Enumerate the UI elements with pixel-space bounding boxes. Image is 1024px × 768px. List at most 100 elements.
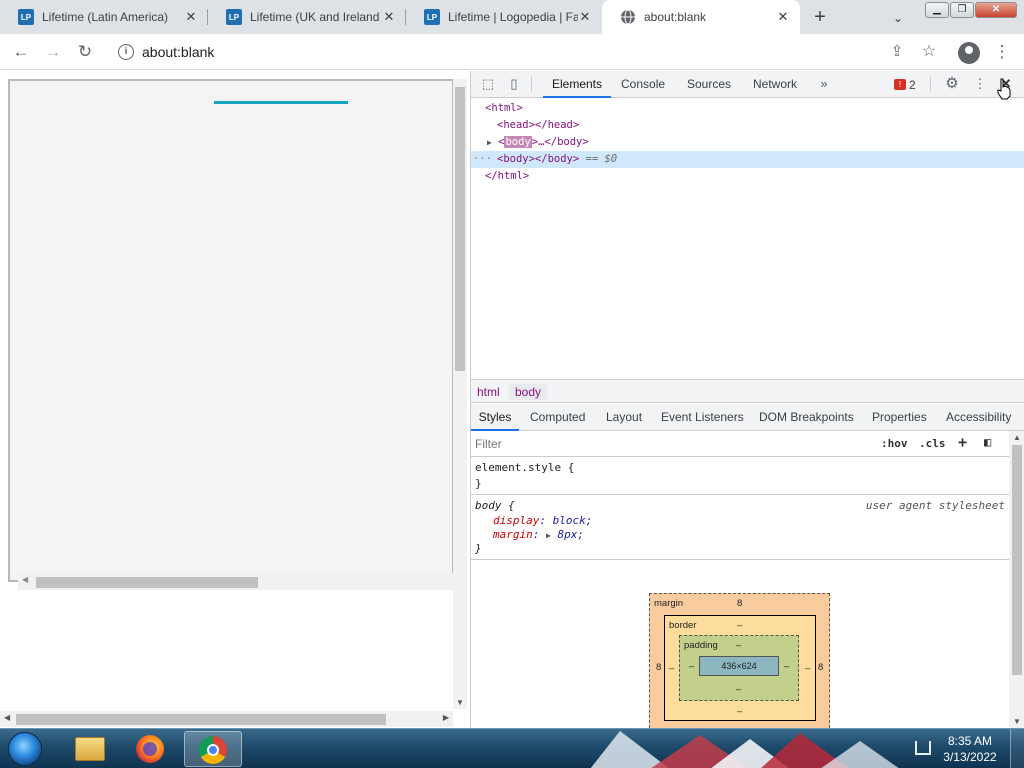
class-toggle-button[interactable]: .cls (919, 437, 946, 450)
border-left-value[interactable]: – (669, 663, 674, 674)
tab-layout[interactable]: Layout (606, 404, 642, 431)
close-tab-icon[interactable]: ✕ (184, 10, 198, 24)
show-desktop-button[interactable] (1010, 729, 1024, 768)
padding-right-value[interactable]: – (784, 661, 789, 672)
tab-title: about:blank (644, 10, 707, 24)
dom-node-body-selected[interactable]: ··· <body></body> == $0 (471, 151, 1024, 168)
property-value: 8px; (557, 528, 584, 541)
new-tab-button[interactable]: + (808, 6, 832, 30)
browser-tab-2[interactable]: LP Lifetime (UK and Ireland) | ✕ (208, 0, 406, 34)
border-bottom-value[interactable]: – (737, 706, 742, 717)
hover-state-button[interactable]: :hov (881, 437, 908, 450)
forward-arrow-icon[interactable]: → (41, 40, 65, 64)
box-model-border[interactable]: border – – – – padding – – – – 436×624 (664, 615, 816, 721)
box-model-padding[interactable]: padding – – – – 436×624 (679, 635, 799, 701)
scroll-down-arrow-icon[interactable]: ▼ (1013, 717, 1021, 726)
box-model-margin[interactable]: margin 8 8 8 – border – – – – padding – … (649, 593, 830, 735)
tab-accessibility[interactable]: Accessibility (946, 404, 1011, 431)
tab-network[interactable]: Network (753, 71, 797, 98)
inspect-element-icon[interactable]: ⬚ (479, 75, 497, 93)
styles-filter-input[interactable] (475, 435, 871, 453)
dom-node-html-close[interactable]: </html> (471, 168, 1024, 185)
style-declaration-margin[interactable]: margin: ▶ 8px; (493, 527, 584, 542)
breadcrumb-body[interactable]: body (509, 384, 548, 400)
bookmark-star-icon[interactable]: ☆ (917, 40, 941, 64)
viewport-horizontal-scrollbar[interactable]: ◀ ▶ (0, 711, 453, 727)
viewport-vertical-scrollbar[interactable]: ▼ (453, 79, 467, 709)
expand-triangle-icon[interactable]: ▶ (487, 138, 492, 147)
border-right-value[interactable]: – (805, 663, 810, 674)
tab-console[interactable]: Console (621, 71, 665, 98)
taskbar-explorer[interactable] (60, 731, 118, 767)
maximize-button[interactable]: ❐ (950, 2, 974, 18)
box-model-content[interactable]: 436×624 (699, 656, 779, 676)
tab-properties[interactable]: Properties (872, 404, 927, 431)
info-icon[interactable]: i (118, 44, 134, 60)
browser-tab-3[interactable]: LP Lifetime | Logopedia | Fa ✕ (406, 0, 602, 34)
scroll-up-arrow-icon[interactable]: ▲ (1013, 433, 1021, 442)
dom-node-body-collapsed[interactable]: ▶ <body>…</body> (471, 134, 1024, 151)
breadcrumb-html[interactable]: html (471, 384, 506, 400)
scroll-right-arrow-icon[interactable]: ▶ (443, 713, 449, 722)
window-close-button[interactable]: ✕ (975, 2, 1017, 18)
more-menu-icon[interactable]: ⋮ (990, 40, 1014, 64)
address-input[interactable] (142, 44, 742, 60)
browser-tab-1[interactable]: LP Lifetime (Latin America) | ✕ (0, 0, 208, 34)
margin-top-value[interactable]: 8 (737, 598, 742, 609)
margin-left-value[interactable]: 8 (656, 662, 661, 673)
settings-gear-icon[interactable]: ⚙ (943, 75, 961, 93)
viewport-hscroll-thumb[interactable] (16, 714, 386, 725)
browser-tab-4-active[interactable]: about:blank ✕ (602, 0, 800, 34)
tab-search-chevron-icon[interactable]: ⌄ (888, 8, 908, 28)
minimize-button[interactable]: ▁ (925, 2, 949, 18)
scroll-down-arrow-icon[interactable]: ▼ (456, 698, 464, 707)
scroll-left-arrow-icon[interactable]: ◀ (22, 575, 28, 584)
element-style-selector[interactable]: element.style { (475, 460, 574, 475)
new-style-rule-icon[interactable]: + (958, 433, 967, 451)
scroll-left-arrow-icon[interactable]: ◀ (4, 713, 10, 722)
divider (531, 76, 532, 92)
back-arrow-icon[interactable]: ← (9, 40, 33, 64)
dom-node-head[interactable]: <head></head> (471, 117, 1024, 134)
property-value: block; (552, 514, 593, 527)
reload-icon[interactable]: ↻ (73, 40, 97, 64)
devtools-more-menu-icon[interactable]: ⋮ (971, 75, 989, 93)
padding-bottom-value[interactable]: – (736, 684, 741, 695)
frame-scroll-thumb[interactable] (36, 577, 258, 588)
close-tab-icon[interactable]: ✕ (776, 10, 790, 24)
close-tab-icon[interactable]: ✕ (382, 10, 396, 24)
padding-top-value[interactable]: – (736, 640, 741, 651)
page-viewport: ◀ ▼ ◀ ▶ (0, 71, 470, 728)
padding-left-value[interactable]: – (689, 661, 694, 672)
close-tab-icon[interactable]: ✕ (578, 10, 592, 24)
more-tabs-chevron-icon[interactable]: » (815, 75, 833, 93)
styles-scroll-thumb[interactable] (1012, 445, 1022, 675)
device-toolbar-icon[interactable]: ▯ (505, 75, 523, 93)
expand-triangle-icon[interactable]: ▶ (546, 531, 551, 540)
profile-avatar[interactable] (958, 42, 980, 64)
tab-styles[interactable]: Styles (471, 404, 519, 431)
frame-horizontal-scrollbar[interactable]: ◀ (18, 573, 458, 590)
tab-elements[interactable]: Elements (543, 71, 611, 98)
taskbar-firefox[interactable] (122, 731, 180, 767)
tab-event-listeners[interactable]: Event Listeners (661, 404, 744, 431)
border-top-value[interactable]: – (737, 620, 742, 631)
dom-node-html[interactable]: <html> (471, 100, 1024, 117)
tab-sources[interactable]: Sources (687, 71, 731, 98)
address-bar[interactable]: i (108, 38, 958, 66)
start-button[interactable] (8, 732, 42, 766)
tab-computed[interactable]: Computed (530, 404, 585, 431)
system-clock[interactable]: 8:35 AM 3/13/2022 (940, 733, 1000, 765)
issues-badge[interactable]: ! 2 (894, 76, 916, 93)
tab-dom-breakpoints[interactable]: DOM Breakpoints (759, 404, 854, 431)
taskbar-chrome[interactable] (184, 731, 242, 767)
toggle-sidebar-icon[interactable]: ◧ (984, 435, 991, 449)
margin-right-value[interactable]: 8 (818, 662, 823, 673)
styles-vertical-scrollbar[interactable]: ▲ ▼ (1009, 431, 1024, 728)
dom-tag-rest: >…</body> (531, 136, 589, 148)
share-icon[interactable]: ⇪ (885, 40, 909, 64)
node-actions-icon[interactable]: ··· (473, 151, 492, 168)
style-declaration-display[interactable]: display: block; (493, 513, 592, 528)
network-tray-icon[interactable] (915, 741, 931, 755)
viewport-vscroll-thumb[interactable] (455, 87, 465, 371)
